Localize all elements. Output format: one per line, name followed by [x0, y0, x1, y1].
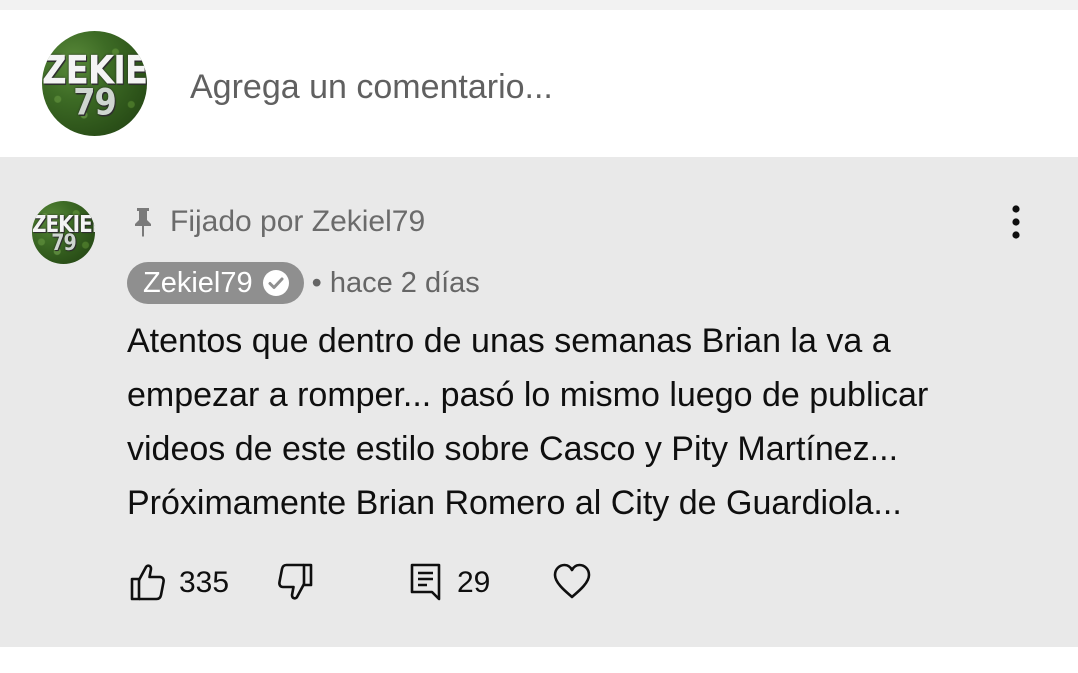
- reply-count: 29: [457, 566, 491, 599]
- more-vert-icon: [996, 200, 1036, 244]
- pinned-label: Fijado por Zekiel79: [170, 205, 426, 238]
- top-divider-strip: [0, 0, 1078, 10]
- avatar-text-line2: 79: [73, 80, 117, 124]
- comment-meta: Zekiel79 • hace 2 días: [127, 262, 480, 304]
- comment-timestamp: • hace 2 días: [311, 266, 480, 299]
- like-button[interactable]: [130, 562, 166, 602]
- comment-compose-bar: ZEKIEL 79 Agrega un comentario...: [0, 10, 1078, 157]
- more-options-button[interactable]: [996, 200, 1036, 244]
- avatar-text-line2: 79: [51, 230, 76, 256]
- thumbs-up-icon: [130, 562, 166, 602]
- comment-author-avatar[interactable]: ZEKIEL 79: [32, 201, 95, 264]
- thumbs-down-icon: [277, 562, 313, 602]
- reply-button[interactable]: [410, 562, 442, 602]
- comment-reply-icon: [410, 562, 442, 602]
- comment-line: Atentos que dentro de unas semanas Brian…: [127, 322, 891, 360]
- comment-line: videos de este estilo sobre Casco y Pity…: [127, 430, 899, 468]
- pin-icon: [130, 205, 156, 239]
- heart-button[interactable]: [552, 562, 592, 602]
- comment-text: Atentos que dentro de unas semanas Brian…: [127, 314, 1027, 530]
- author-chip[interactable]: Zekiel79: [127, 262, 304, 304]
- dislike-button[interactable]: [277, 562, 313, 602]
- add-comment-input[interactable]: Agrega un comentario...: [190, 68, 553, 107]
- pinned-indicator: Fijado por Zekiel79: [130, 205, 425, 239]
- like-count: 335: [179, 566, 230, 599]
- current-user-avatar[interactable]: ZEKIEL 79: [42, 31, 147, 136]
- comment-line: empezar a romper... pasó lo mismo luego …: [127, 376, 929, 414]
- verified-check-icon: [262, 269, 290, 297]
- comment-line: Próximamente Brian Romero al City de Gua…: [127, 484, 902, 522]
- author-name: Zekiel79: [143, 266, 253, 299]
- heart-icon: [552, 562, 592, 602]
